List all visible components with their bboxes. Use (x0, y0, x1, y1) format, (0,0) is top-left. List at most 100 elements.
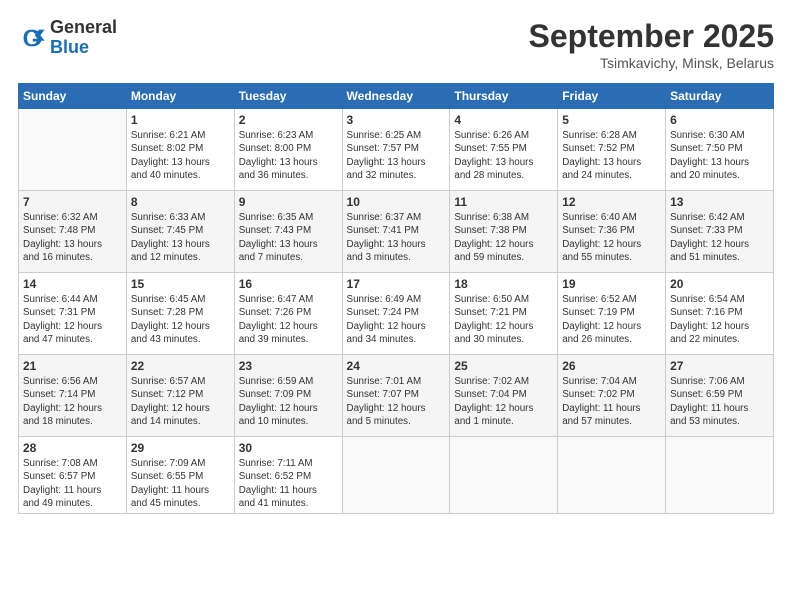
day-number: 18 (454, 276, 553, 292)
cell-content: Sunrise: 7:09 AM Sunset: 6:55 PM Dayligh… (131, 457, 230, 510)
day-number: 17 (347, 276, 446, 292)
cell-content: Sunrise: 6:40 AM Sunset: 7:36 PM Dayligh… (562, 211, 661, 264)
cell-content: Sunrise: 7:04 AM Sunset: 7:02 PM Dayligh… (562, 375, 661, 428)
day-number: 25 (454, 358, 553, 374)
logo: General Blue (18, 18, 117, 58)
calendar-cell: 3Sunrise: 6:25 AM Sunset: 7:57 PM Daylig… (342, 109, 450, 191)
day-number: 11 (454, 194, 553, 210)
cell-content: Sunrise: 6:47 AM Sunset: 7:26 PM Dayligh… (239, 293, 338, 346)
calendar-cell: 25Sunrise: 7:02 AM Sunset: 7:04 PM Dayli… (450, 355, 558, 437)
calendar-cell: 23Sunrise: 6:59 AM Sunset: 7:09 PM Dayli… (234, 355, 342, 437)
day-number: 1 (131, 112, 230, 128)
cell-content: Sunrise: 6:42 AM Sunset: 7:33 PM Dayligh… (670, 211, 769, 264)
calendar-header-row: Sunday Monday Tuesday Wednesday Thursday… (19, 84, 774, 109)
calendar-cell: 12Sunrise: 6:40 AM Sunset: 7:36 PM Dayli… (558, 191, 666, 273)
day-number: 23 (239, 358, 338, 374)
day-number: 3 (347, 112, 446, 128)
calendar-cell: 11Sunrise: 6:38 AM Sunset: 7:38 PM Dayli… (450, 191, 558, 273)
logo-text: General Blue (50, 18, 117, 58)
header: General Blue September 2025 Tsimkavichy,… (18, 18, 774, 71)
cell-content: Sunrise: 6:38 AM Sunset: 7:38 PM Dayligh… (454, 211, 553, 264)
day-number: 4 (454, 112, 553, 128)
calendar-table: Sunday Monday Tuesday Wednesday Thursday… (18, 83, 774, 514)
calendar-cell: 2Sunrise: 6:23 AM Sunset: 8:00 PM Daylig… (234, 109, 342, 191)
day-number: 14 (23, 276, 122, 292)
cell-content: Sunrise: 7:11 AM Sunset: 6:52 PM Dayligh… (239, 457, 338, 510)
day-number: 13 (670, 194, 769, 210)
day-number: 16 (239, 276, 338, 292)
col-saturday: Saturday (666, 84, 774, 109)
cell-content: Sunrise: 6:23 AM Sunset: 8:00 PM Dayligh… (239, 129, 338, 182)
calendar-week-row: 1Sunrise: 6:21 AM Sunset: 8:02 PM Daylig… (19, 109, 774, 191)
cell-content: Sunrise: 6:32 AM Sunset: 7:48 PM Dayligh… (23, 211, 122, 264)
calendar-cell: 24Sunrise: 7:01 AM Sunset: 7:07 PM Dayli… (342, 355, 450, 437)
day-number: 15 (131, 276, 230, 292)
day-number: 20 (670, 276, 769, 292)
calendar-week-row: 7Sunrise: 6:32 AM Sunset: 7:48 PM Daylig… (19, 191, 774, 273)
day-number: 19 (562, 276, 661, 292)
calendar-cell: 27Sunrise: 7:06 AM Sunset: 6:59 PM Dayli… (666, 355, 774, 437)
cell-content: Sunrise: 6:33 AM Sunset: 7:45 PM Dayligh… (131, 211, 230, 264)
day-number: 9 (239, 194, 338, 210)
calendar-cell: 26Sunrise: 7:04 AM Sunset: 7:02 PM Dayli… (558, 355, 666, 437)
day-number: 8 (131, 194, 230, 210)
calendar-cell: 16Sunrise: 6:47 AM Sunset: 7:26 PM Dayli… (234, 273, 342, 355)
calendar-cell (666, 437, 774, 514)
cell-content: Sunrise: 6:56 AM Sunset: 7:14 PM Dayligh… (23, 375, 122, 428)
cell-content: Sunrise: 6:59 AM Sunset: 7:09 PM Dayligh… (239, 375, 338, 428)
day-number: 10 (347, 194, 446, 210)
col-friday: Friday (558, 84, 666, 109)
cell-content: Sunrise: 7:08 AM Sunset: 6:57 PM Dayligh… (23, 457, 122, 510)
logo-icon (18, 24, 46, 52)
cell-content: Sunrise: 6:45 AM Sunset: 7:28 PM Dayligh… (131, 293, 230, 346)
calendar-cell: 21Sunrise: 6:56 AM Sunset: 7:14 PM Dayli… (19, 355, 127, 437)
day-number: 28 (23, 440, 122, 456)
calendar-cell: 15Sunrise: 6:45 AM Sunset: 7:28 PM Dayli… (126, 273, 234, 355)
cell-content: Sunrise: 7:02 AM Sunset: 7:04 PM Dayligh… (454, 375, 553, 428)
calendar-cell: 7Sunrise: 6:32 AM Sunset: 7:48 PM Daylig… (19, 191, 127, 273)
calendar-week-row: 28Sunrise: 7:08 AM Sunset: 6:57 PM Dayli… (19, 437, 774, 514)
calendar-cell (450, 437, 558, 514)
calendar-cell: 28Sunrise: 7:08 AM Sunset: 6:57 PM Dayli… (19, 437, 127, 514)
day-number: 21 (23, 358, 122, 374)
calendar-cell: 1Sunrise: 6:21 AM Sunset: 8:02 PM Daylig… (126, 109, 234, 191)
calendar-cell: 9Sunrise: 6:35 AM Sunset: 7:43 PM Daylig… (234, 191, 342, 273)
calendar-week-row: 14Sunrise: 6:44 AM Sunset: 7:31 PM Dayli… (19, 273, 774, 355)
calendar-cell: 6Sunrise: 6:30 AM Sunset: 7:50 PM Daylig… (666, 109, 774, 191)
calendar-cell: 18Sunrise: 6:50 AM Sunset: 7:21 PM Dayli… (450, 273, 558, 355)
calendar-cell: 8Sunrise: 6:33 AM Sunset: 7:45 PM Daylig… (126, 191, 234, 273)
calendar-cell: 30Sunrise: 7:11 AM Sunset: 6:52 PM Dayli… (234, 437, 342, 514)
col-thursday: Thursday (450, 84, 558, 109)
calendar-cell: 22Sunrise: 6:57 AM Sunset: 7:12 PM Dayli… (126, 355, 234, 437)
calendar-cell: 29Sunrise: 7:09 AM Sunset: 6:55 PM Dayli… (126, 437, 234, 514)
day-number: 2 (239, 112, 338, 128)
calendar-week-row: 21Sunrise: 6:56 AM Sunset: 7:14 PM Dayli… (19, 355, 774, 437)
logo-general: General (50, 17, 117, 37)
page-container: General Blue September 2025 Tsimkavichy,… (0, 0, 792, 612)
day-number: 24 (347, 358, 446, 374)
calendar-cell: 14Sunrise: 6:44 AM Sunset: 7:31 PM Dayli… (19, 273, 127, 355)
calendar-cell: 13Sunrise: 6:42 AM Sunset: 7:33 PM Dayli… (666, 191, 774, 273)
calendar-cell (342, 437, 450, 514)
cell-content: Sunrise: 6:25 AM Sunset: 7:57 PM Dayligh… (347, 129, 446, 182)
cell-content: Sunrise: 6:28 AM Sunset: 7:52 PM Dayligh… (562, 129, 661, 182)
day-number: 6 (670, 112, 769, 128)
col-wednesday: Wednesday (342, 84, 450, 109)
cell-content: Sunrise: 6:57 AM Sunset: 7:12 PM Dayligh… (131, 375, 230, 428)
cell-content: Sunrise: 6:44 AM Sunset: 7:31 PM Dayligh… (23, 293, 122, 346)
day-number: 12 (562, 194, 661, 210)
col-tuesday: Tuesday (234, 84, 342, 109)
calendar-cell: 17Sunrise: 6:49 AM Sunset: 7:24 PM Dayli… (342, 273, 450, 355)
cell-content: Sunrise: 6:30 AM Sunset: 7:50 PM Dayligh… (670, 129, 769, 182)
day-number: 27 (670, 358, 769, 374)
calendar-cell: 19Sunrise: 6:52 AM Sunset: 7:19 PM Dayli… (558, 273, 666, 355)
day-number: 22 (131, 358, 230, 374)
calendar-cell: 20Sunrise: 6:54 AM Sunset: 7:16 PM Dayli… (666, 273, 774, 355)
calendar-cell (19, 109, 127, 191)
calendar-cell: 10Sunrise: 6:37 AM Sunset: 7:41 PM Dayli… (342, 191, 450, 273)
cell-content: Sunrise: 6:52 AM Sunset: 7:19 PM Dayligh… (562, 293, 661, 346)
location: Tsimkavichy, Minsk, Belarus (529, 55, 774, 71)
title-block: September 2025 Tsimkavichy, Minsk, Belar… (529, 18, 774, 71)
day-number: 26 (562, 358, 661, 374)
day-number: 5 (562, 112, 661, 128)
